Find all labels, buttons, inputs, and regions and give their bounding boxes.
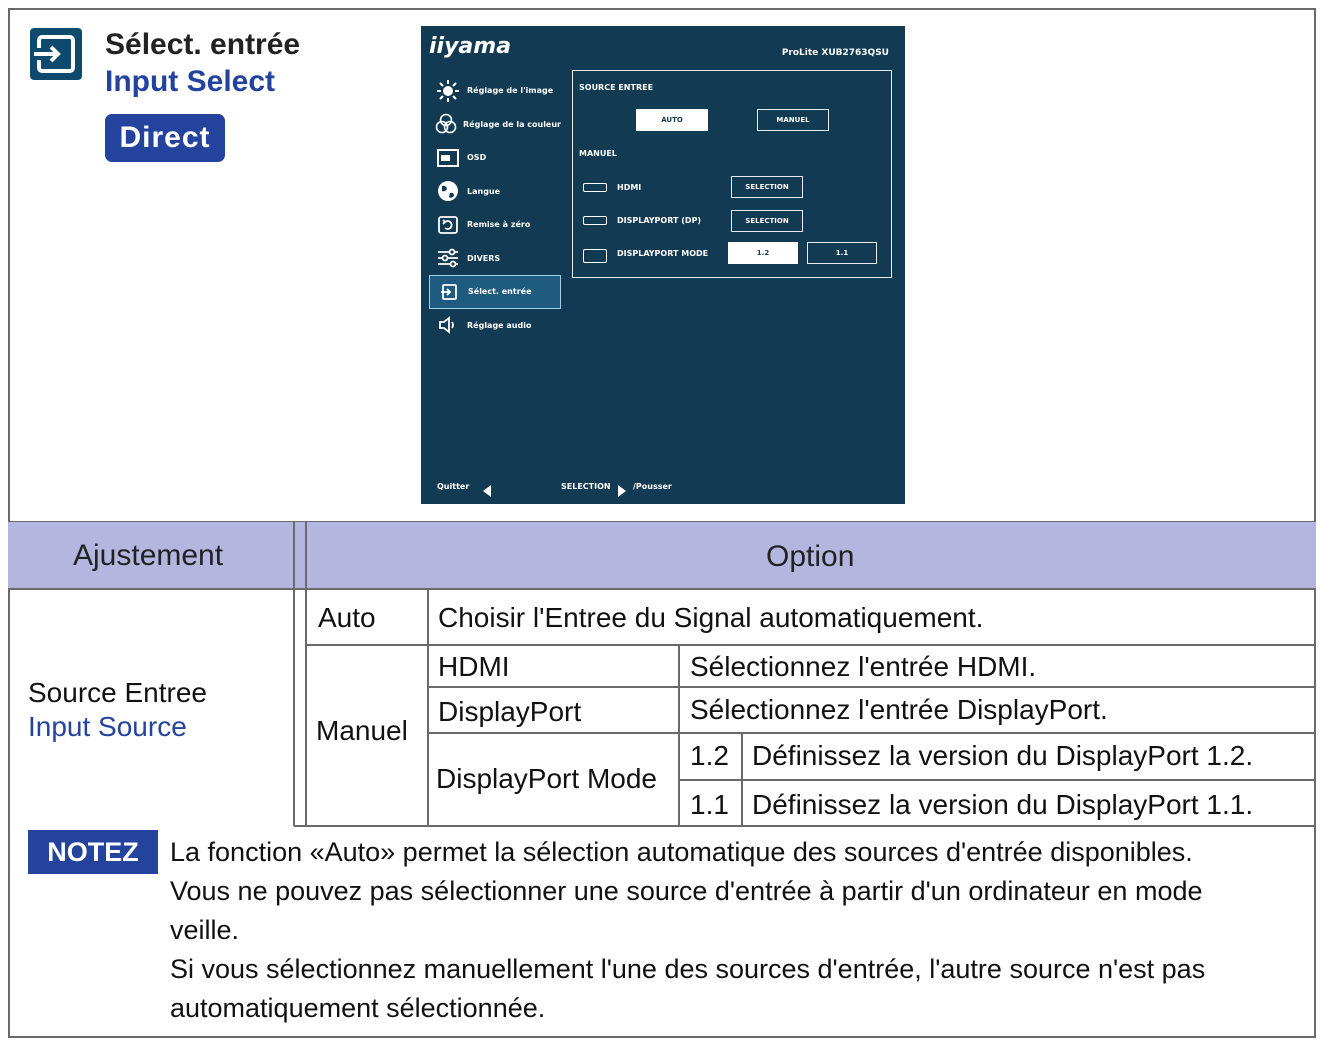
- osd-menu-item-input-select[interactable]: Sélect. entrée: [429, 275, 561, 309]
- osd-menu-item-color[interactable]: Réglage de la couleur: [429, 108, 561, 142]
- note-line: Si vous sélectionnez manuellement l'une …: [170, 954, 1206, 984]
- osd-menu-label: Sélect. entrée: [468, 287, 532, 297]
- color-icon: [435, 113, 457, 135]
- input-icon: [436, 281, 462, 303]
- table-divider: [427, 732, 1316, 734]
- displayport-icon: [583, 216, 607, 225]
- option-hdmi: HDMI: [438, 651, 510, 682]
- page-title-fr: Sélect. entrée: [105, 28, 301, 61]
- table-divider: [678, 645, 680, 826]
- col-header-option: Option: [766, 540, 855, 573]
- note-line: Vous ne pouvez pas sélectionner une sour…: [170, 876, 1203, 906]
- osd-menu-label: Remise à zéro: [467, 220, 531, 230]
- osd-menu-label: Réglage audio: [467, 320, 532, 330]
- direct-badge: Direct: [105, 114, 225, 162]
- row-label-fr: Source Entree: [28, 677, 207, 708]
- osd-hdmi-label: HDMI: [617, 183, 642, 192]
- note-line: automatiquement sélectionnée.: [170, 993, 546, 1023]
- osd-menu-item-audio[interactable]: Réglage audio: [429, 309, 561, 343]
- page-title-en: Input Select: [105, 65, 276, 98]
- hdmi-port-icon: [583, 183, 607, 192]
- osd-menu-item-language[interactable]: Langue: [429, 175, 561, 209]
- option-v11-desc: Définissez la version du DisplayPort 1.1…: [752, 789, 1254, 820]
- header-bottom-line: [8, 588, 1316, 590]
- osd-menu-label: DIVERS: [467, 253, 501, 263]
- reset-icon: [435, 214, 461, 236]
- osd-menu-item-image[interactable]: Réglage de l'image: [429, 74, 561, 108]
- option-v12-desc: Définissez la version du DisplayPort 1.2…: [752, 740, 1254, 771]
- option-auto: Auto: [318, 602, 376, 633]
- option-hdmi-desc: Sélectionnez l'entrée HDMI.: [690, 651, 1037, 682]
- osd-manual-title: MANUEL: [579, 149, 617, 158]
- displayport-mode-icon: [583, 249, 607, 263]
- osd-menu-label: OSD: [467, 153, 487, 163]
- osd-menu-label: Réglage de la couleur: [463, 119, 561, 129]
- osd-model: ProLite XUB2763QSU: [781, 48, 889, 58]
- arrow-left-icon: [483, 482, 492, 501]
- note-line: La fonction «Auto» permet la sélection a…: [170, 837, 1193, 867]
- osd-screen: iiyama ProLite XUB2763QSU Réglage de l'i…: [421, 26, 905, 504]
- option-v11: 1.1: [690, 789, 729, 820]
- input-select-icon: [30, 28, 82, 80]
- globe-icon: [435, 180, 461, 202]
- speaker-icon: [435, 314, 461, 336]
- osd-settings-panel: SOURCE ENTREE AUTO MANUEL MANUEL HDMI SE…: [572, 70, 892, 278]
- osd-dp-select-button[interactable]: SELECTION: [731, 210, 803, 232]
- table-divider: [427, 590, 429, 826]
- osd-menu-label: Langue: [467, 186, 501, 196]
- osd-source-title: SOURCE ENTREE: [579, 83, 654, 92]
- osd-footer-quit: Quitter: [437, 482, 470, 491]
- osd-hdmi-select-button[interactable]: SELECTION: [731, 176, 803, 198]
- option-auto-desc: Choisir l'Entree du Signal automatiqueme…: [438, 602, 984, 633]
- osd-footer-select: SELECTION: [561, 482, 611, 491]
- osd-auto-button[interactable]: AUTO: [636, 109, 708, 131]
- table-divider: [293, 522, 295, 826]
- option-displayport: DisplayPort: [438, 696, 582, 727]
- osd-mode-12-button[interactable]: 1.2: [728, 242, 798, 264]
- option-manual: Manuel: [316, 715, 408, 746]
- col-header-adjust: Ajustement: [73, 539, 224, 572]
- osd-manual-button[interactable]: MANUEL: [757, 109, 829, 131]
- osd-menu: Réglage de l'image Réglage de la couleur…: [429, 74, 561, 342]
- table-divider: [294, 825, 1316, 827]
- table-divider: [678, 779, 1316, 781]
- osd-mode-11-button[interactable]: 1.1: [807, 242, 877, 264]
- table-divider: [427, 686, 1316, 688]
- row-label-en: Input Source: [28, 711, 187, 742]
- table-divider: [305, 522, 307, 826]
- osd-menu-label: Réglage de l'image: [467, 86, 554, 96]
- osd-icon: [435, 147, 461, 169]
- osd-menu-item-reset[interactable]: Remise à zéro: [429, 208, 561, 242]
- osd-dp-label: DISPLAYPORT (DP): [617, 216, 702, 225]
- arrow-right-icon: [618, 482, 627, 501]
- osd-footer-push: /Pousser: [633, 482, 672, 491]
- osd-menu-item-divers[interactable]: DIVERS: [429, 242, 561, 276]
- brightness-icon: [435, 79, 461, 102]
- osd-menu-item-osd[interactable]: OSD: [429, 141, 561, 175]
- settings-icon: [435, 247, 461, 269]
- osd-dp-mode-label: DISPLAYPORT MODE: [617, 249, 709, 258]
- note-badge: NOTEZ: [28, 830, 158, 874]
- osd-logo: iiyama: [429, 34, 512, 59]
- table-divider: [305, 644, 1316, 646]
- option-displayport-desc: Sélectionnez l'entrée DisplayPort.: [690, 694, 1108, 725]
- option-v12: 1.2: [690, 740, 729, 771]
- note-line: veille.: [170, 915, 240, 945]
- option-dp-mode: DisplayPort Mode: [436, 763, 657, 794]
